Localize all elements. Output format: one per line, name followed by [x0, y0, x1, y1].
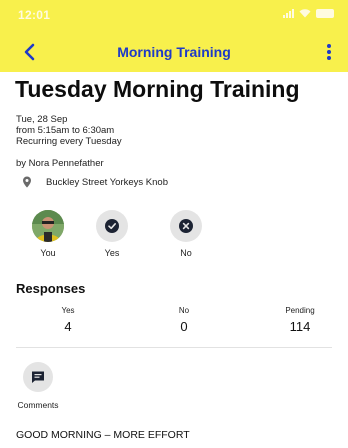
event-location-row[interactable]: Buckley Street Yorkeys Knob — [22, 176, 168, 188]
event-message: GOOD MORNING – MORE EFFORT — [16, 429, 190, 441]
responses-yes[interactable]: Yes 4 — [38, 306, 98, 334]
no-label: No — [180, 248, 192, 258]
attendee-you-label: You — [40, 248, 56, 258]
check-circle-icon — [105, 219, 119, 233]
responses-yes-label: Yes — [61, 306, 75, 315]
responses-no-label: No — [178, 306, 190, 315]
comment-icon — [32, 371, 44, 383]
avatar-photo-icon — [32, 210, 64, 242]
cancel-circle-icon — [179, 219, 193, 233]
status-bar: 12:01 — [0, 0, 348, 32]
avatar — [32, 210, 64, 242]
event-schedule: Tue, 28 Sep from 5:15am to 6:30am Recurr… — [16, 114, 122, 147]
divider — [16, 347, 332, 348]
no-circle — [170, 210, 202, 242]
app-bar: Morning Training — [0, 32, 348, 72]
more-options-icon[interactable] — [322, 42, 336, 62]
responses-pending-count: 114 — [289, 319, 311, 334]
attendance-no-button[interactable]: No — [164, 210, 208, 258]
comments-button[interactable]: Comments — [16, 362, 60, 410]
responses-pending-label: Pending — [285, 306, 315, 315]
app-bar-title: Morning Training — [117, 44, 231, 60]
status-time: 12:01 — [18, 8, 51, 22]
event-time-range: from 5:15am to 6:30am — [16, 125, 115, 136]
event-location: Buckley Street Yorkeys Knob — [46, 176, 168, 188]
comments-circle — [23, 362, 53, 392]
yes-label: Yes — [104, 248, 120, 258]
responses-yes-count: 4 — [64, 319, 72, 334]
event-recurrence: Recurring every Tuesday — [16, 136, 122, 147]
yes-circle — [96, 210, 128, 242]
event-organizer: by Nora Pennefather — [16, 158, 104, 169]
signal-icon — [283, 8, 294, 18]
responses-pending[interactable]: Pending 114 — [270, 306, 330, 334]
attendance-yes-button[interactable]: Yes — [90, 210, 134, 258]
responses-no[interactable]: No 0 — [154, 306, 214, 334]
status-icons — [283, 8, 334, 18]
responses-heading: Responses — [16, 281, 86, 296]
attendee-you[interactable]: You — [26, 210, 70, 258]
event-date: Tue, 28 Sep — [16, 114, 68, 125]
event-title: Tuesday Morning Training — [15, 76, 300, 102]
responses-no-count: 0 — [180, 319, 188, 334]
battery-icon — [316, 8, 334, 18]
location-pin-icon — [23, 176, 31, 188]
wifi-icon — [299, 9, 311, 18]
comments-label: Comments — [17, 400, 59, 410]
